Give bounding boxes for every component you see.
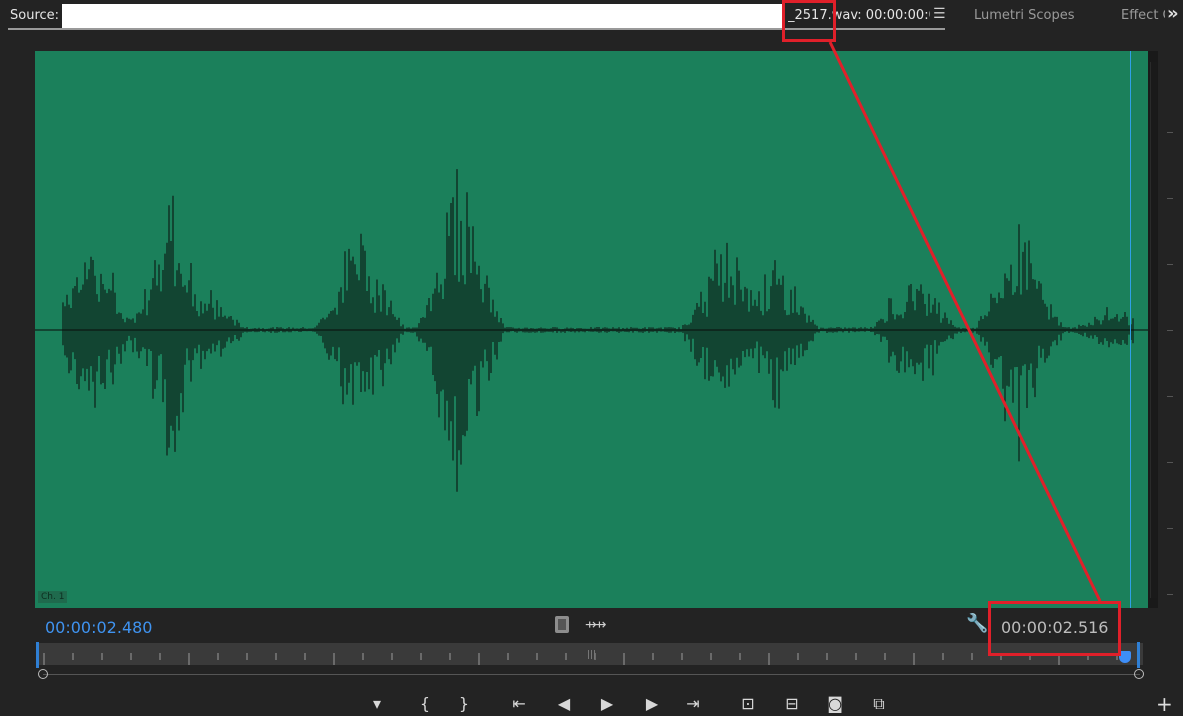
annotation-box-duration bbox=[988, 601, 1121, 656]
annotation-box-filename bbox=[782, 0, 836, 42]
annotation-arrow-line bbox=[828, 41, 1102, 602]
